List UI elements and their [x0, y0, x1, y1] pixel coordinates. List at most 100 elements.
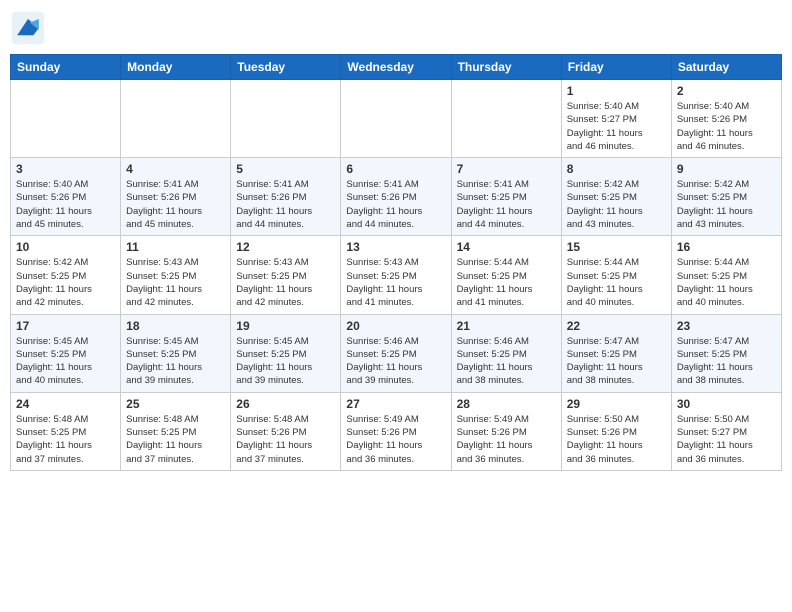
calendar-cell: 30Sunrise: 5:50 AM Sunset: 5:27 PM Dayli…	[671, 392, 781, 470]
day-info: Sunrise: 5:47 AM Sunset: 5:25 PM Dayligh…	[677, 335, 776, 388]
weekday-header: Friday	[561, 55, 671, 80]
day-number: 18	[126, 319, 225, 333]
calendar-cell: 3 Sunrise: 5:40 AM Sunset: 5:26 PM Daylig…	[11, 158, 121, 236]
day-number: 9	[677, 162, 776, 176]
calendar-cell: 17Sunrise: 5:45 AM Sunset: 5:25 PM Dayli…	[11, 314, 121, 392]
day-info: Sunrise: 5:50 AM Sunset: 5:26 PM Dayligh…	[567, 413, 666, 466]
day-number: 4	[126, 162, 225, 176]
calendar-cell: 1 Sunrise: 5:40 AM Sunset: 5:27 PM Daylig…	[561, 80, 671, 158]
calendar-week-row: 17 Sunrise: 5:45 AM Sunset: 5:25 PM Dayli…	[11, 314, 782, 392]
calendar-cell: 26Sunrise: 5:48 AM Sunset: 5:26 PM Dayli…	[231, 392, 341, 470]
logo	[10, 10, 50, 46]
day-number: 14	[457, 240, 556, 254]
calendar-cell: 24 Sunrise: 5:48 AM Sunset: 5:25 PM Dayli…	[11, 392, 121, 470]
day-number: 13	[346, 240, 445, 254]
weekday-header: Monday	[121, 55, 231, 80]
calendar-cell: 22 Sunrise: 5:47 AM Sunset: 5:25 PM Dayli…	[561, 314, 671, 392]
calendar-week-row: 1 Sunrise: 5:40 AM Sunset: 5:27 PM Daylig…	[11, 80, 782, 158]
calendar-cell: 13 Sunrise: 5:43 AM Sunset: 5:25 PM Dayli…	[341, 236, 451, 314]
calendar-cell: 5 Sunrise: 5:41 AM Sunset: 5:26 PM Daylig…	[231, 158, 341, 236]
calendar-cell: 29 Sunrise: 5:50 AM Sunset: 5:26 PM Dayli…	[561, 392, 671, 470]
weekday-header: Tuesday	[231, 55, 341, 80]
day-number: 22	[567, 319, 666, 333]
calendar-cell: 15 Sunrise: 5:44 AM Sunset: 5:25 PM Dayli…	[561, 236, 671, 314]
calendar-cell	[341, 80, 451, 158]
day-number: 28	[457, 397, 556, 411]
calendar-cell: 11Sunrise: 5:43 AM Sunset: 5:25 PM Dayli…	[121, 236, 231, 314]
calendar-cell: 9 Sunrise: 5:42 AM Sunset: 5:25 PM Daylig…	[671, 158, 781, 236]
day-number: 16	[677, 240, 776, 254]
day-number: 25	[126, 397, 225, 411]
day-number: 12	[236, 240, 335, 254]
day-info: Sunrise: 5:48 AM Sunset: 5:25 PM Dayligh…	[16, 413, 115, 466]
calendar-cell	[231, 80, 341, 158]
calendar-cell: 16Sunrise: 5:44 AM Sunset: 5:25 PM Dayli…	[671, 236, 781, 314]
calendar-cell: 2Sunrise: 5:40 AM Sunset: 5:26 PM Daylig…	[671, 80, 781, 158]
calendar-cell: 8 Sunrise: 5:42 AM Sunset: 5:25 PM Daylig…	[561, 158, 671, 236]
calendar-cell: 10 Sunrise: 5:42 AM Sunset: 5:25 PM Dayli…	[11, 236, 121, 314]
weekday-header: Thursday	[451, 55, 561, 80]
day-info: Sunrise: 5:46 AM Sunset: 5:25 PM Dayligh…	[457, 335, 556, 388]
calendar-cell: 14 Sunrise: 5:44 AM Sunset: 5:25 PM Dayli…	[451, 236, 561, 314]
calendar-cell: 23 Sunrise: 5:47 AM Sunset: 5:25 PM Dayli…	[671, 314, 781, 392]
calendar-cell: 19 Sunrise: 5:45 AM Sunset: 5:25 PM Dayli…	[231, 314, 341, 392]
day-number: 2	[677, 84, 776, 98]
day-info: Sunrise: 5:42 AM Sunset: 5:25 PM Dayligh…	[567, 178, 666, 231]
calendar-header-row: SundayMondayTuesdayWednesdayThursdayFrid…	[11, 55, 782, 80]
calendar-cell	[11, 80, 121, 158]
calendar: SundayMondayTuesdayWednesdayThursdayFrid…	[10, 54, 782, 471]
day-info: Sunrise: 5:41 AM Sunset: 5:25 PM Dayligh…	[457, 178, 556, 231]
day-info: Sunrise: 5:45 AM Sunset: 5:25 PM Dayligh…	[236, 335, 335, 388]
calendar-cell: 20 Sunrise: 5:46 AM Sunset: 5:25 PM Dayli…	[341, 314, 451, 392]
day-info: Sunrise: 5:41 AM Sunset: 5:26 PM Dayligh…	[126, 178, 225, 231]
calendar-cell: 4 Sunrise: 5:41 AM Sunset: 5:26 PM Daylig…	[121, 158, 231, 236]
day-number: 20	[346, 319, 445, 333]
day-number: 3	[16, 162, 115, 176]
day-number: 29	[567, 397, 666, 411]
calendar-cell: 28 Sunrise: 5:49 AM Sunset: 5:26 PM Dayli…	[451, 392, 561, 470]
day-number: 30	[677, 397, 776, 411]
calendar-week-row: 10 Sunrise: 5:42 AM Sunset: 5:25 PM Dayli…	[11, 236, 782, 314]
day-number: 10	[16, 240, 115, 254]
calendar-cell: 7 Sunrise: 5:41 AM Sunset: 5:25 PM Daylig…	[451, 158, 561, 236]
day-info: Sunrise: 5:49 AM Sunset: 5:26 PM Dayligh…	[457, 413, 556, 466]
calendar-cell: 18 Sunrise: 5:45 AM Sunset: 5:25 PM Dayli…	[121, 314, 231, 392]
day-info: Sunrise: 5:41 AM Sunset: 5:26 PM Dayligh…	[236, 178, 335, 231]
day-info: Sunrise: 5:43 AM Sunset: 5:25 PM Dayligh…	[126, 256, 225, 309]
day-info: Sunrise: 5:46 AM Sunset: 5:25 PM Dayligh…	[346, 335, 445, 388]
calendar-week-row: 3 Sunrise: 5:40 AM Sunset: 5:26 PM Daylig…	[11, 158, 782, 236]
day-info: Sunrise: 5:44 AM Sunset: 5:25 PM Dayligh…	[457, 256, 556, 309]
day-number: 15	[567, 240, 666, 254]
day-number: 7	[457, 162, 556, 176]
day-number: 24	[16, 397, 115, 411]
day-info: Sunrise: 5:40 AM Sunset: 5:27 PM Dayligh…	[567, 100, 666, 153]
calendar-cell: 21 Sunrise: 5:46 AM Sunset: 5:25 PM Dayli…	[451, 314, 561, 392]
logo-icon	[10, 10, 46, 46]
day-number: 1	[567, 84, 666, 98]
day-info: Sunrise: 5:49 AM Sunset: 5:26 PM Dayligh…	[346, 413, 445, 466]
day-info: Sunrise: 5:44 AM Sunset: 5:25 PM Dayligh…	[567, 256, 666, 309]
day-number: 23	[677, 319, 776, 333]
day-number: 6	[346, 162, 445, 176]
day-info: Sunrise: 5:43 AM Sunset: 5:25 PM Dayligh…	[346, 256, 445, 309]
day-info: Sunrise: 5:42 AM Sunset: 5:25 PM Dayligh…	[16, 256, 115, 309]
day-info: Sunrise: 5:48 AM Sunset: 5:25 PM Dayligh…	[126, 413, 225, 466]
calendar-cell	[121, 80, 231, 158]
day-number: 5	[236, 162, 335, 176]
day-number: 19	[236, 319, 335, 333]
calendar-cell: 6 Sunrise: 5:41 AM Sunset: 5:26 PM Daylig…	[341, 158, 451, 236]
page-header	[10, 10, 782, 46]
day-info: Sunrise: 5:45 AM Sunset: 5:25 PM Dayligh…	[126, 335, 225, 388]
day-info: Sunrise: 5:40 AM Sunset: 5:26 PM Dayligh…	[16, 178, 115, 231]
calendar-week-row: 24 Sunrise: 5:48 AM Sunset: 5:25 PM Dayli…	[11, 392, 782, 470]
day-info: Sunrise: 5:41 AM Sunset: 5:26 PM Dayligh…	[346, 178, 445, 231]
day-info: Sunrise: 5:47 AM Sunset: 5:25 PM Dayligh…	[567, 335, 666, 388]
day-number: 8	[567, 162, 666, 176]
day-number: 27	[346, 397, 445, 411]
day-number: 17	[16, 319, 115, 333]
calendar-cell: 27 Sunrise: 5:49 AM Sunset: 5:26 PM Dayli…	[341, 392, 451, 470]
day-info: Sunrise: 5:42 AM Sunset: 5:25 PM Dayligh…	[677, 178, 776, 231]
day-number: 26	[236, 397, 335, 411]
day-number: 21	[457, 319, 556, 333]
calendar-cell: 12Sunrise: 5:43 AM Sunset: 5:25 PM Dayli…	[231, 236, 341, 314]
